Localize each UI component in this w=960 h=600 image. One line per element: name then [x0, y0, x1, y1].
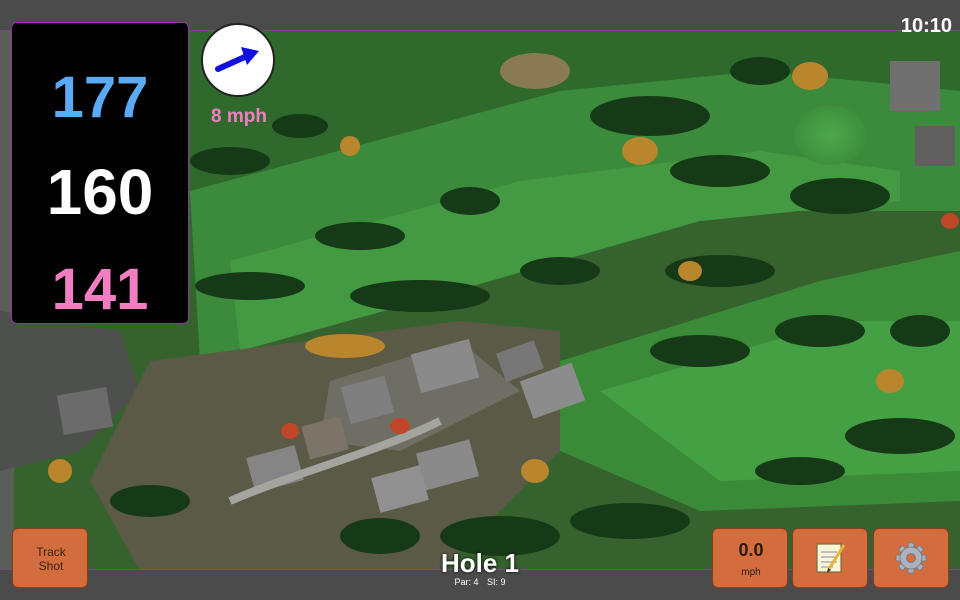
hole-info: Par: 4 SI: 9	[380, 576, 580, 588]
notes-button[interactable]	[792, 528, 868, 588]
hole-par: Par: 4	[454, 577, 479, 587]
wind-speed-unit: mph	[741, 567, 761, 578]
front-distance: 141	[51, 257, 149, 322]
track-shot-label-line1: Track	[36, 545, 66, 559]
back-distance: 177	[51, 65, 149, 130]
hole-stroke-index: SI: 9	[487, 577, 506, 587]
track-shot-label-line2: Shot	[38, 559, 64, 573]
distance-panel[interactable]: 177 160 141	[11, 22, 189, 324]
track-shot-button[interactable]: Track Shot	[12, 528, 88, 588]
wind-direction-arrow-icon	[215, 47, 259, 72]
wind-direction-indicator	[201, 23, 275, 97]
hole-title: Hole 1	[440, 548, 520, 578]
wind-speed-value: 0.0	[738, 540, 764, 560]
settings-button[interactable]	[873, 528, 949, 588]
notepad-icon	[816, 543, 846, 573]
wind-speed-button[interactable]: 0.0 mph	[712, 528, 788, 588]
wind-speed-label: 8 mph	[211, 106, 267, 127]
middle-distance: 160	[46, 156, 154, 228]
gear-icon	[895, 542, 927, 574]
status-clock: 10:10	[900, 15, 952, 37]
